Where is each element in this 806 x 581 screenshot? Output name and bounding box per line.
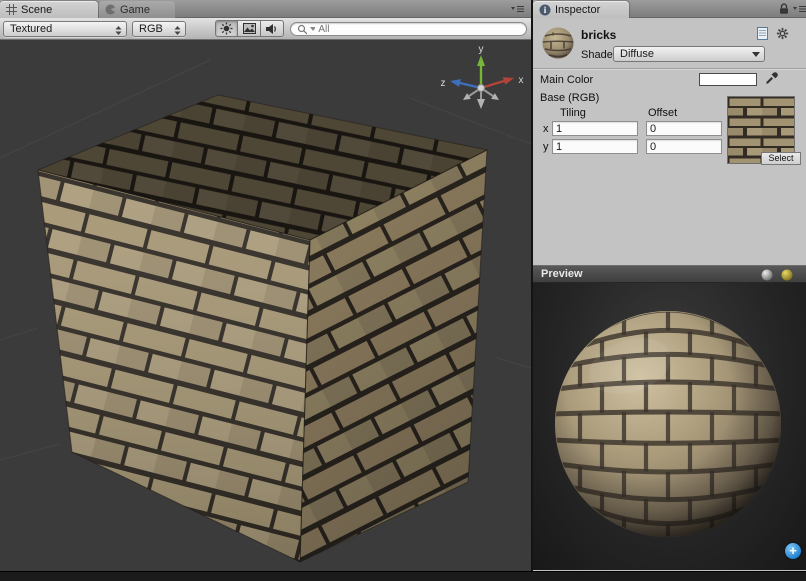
base-map-label: Base (RGB): [540, 92, 599, 104]
color-mode-dropdown[interactable]: RGB: [132, 21, 186, 37]
scene-toolbar: Textured RGB: [0, 18, 531, 40]
tab-inspector-label: Inspector: [555, 4, 600, 16]
shader-label: Shader: [581, 49, 616, 61]
tiling-row-y-axis-label: y: [543, 141, 549, 153]
game-tab-icon: [105, 4, 116, 15]
inspector-panel-menu-icon[interactable]: [792, 3, 806, 15]
updown-caret-icon: [174, 26, 181, 38]
gizmo-center-cube[interactable]: [478, 85, 485, 92]
eyedropper-icon[interactable]: [765, 71, 779, 85]
preview-add-button[interactable]: +: [785, 543, 801, 559]
lock-icon[interactable]: [779, 3, 791, 15]
gear-icon[interactable]: [776, 27, 789, 40]
material-sphere-thumbnail[interactable]: [541, 26, 575, 60]
preview-header[interactable]: Preview: [533, 265, 806, 283]
tab-game-label: Game: [120, 4, 150, 16]
main-color-label: Main Color: [540, 74, 593, 86]
skybox-toggle-button[interactable]: [238, 20, 261, 37]
select-texture-button[interactable]: Select: [761, 152, 801, 165]
scene-pane: Scene Game Textured RGB: [0, 0, 531, 571]
window-bottom-edge: [0, 571, 806, 581]
offset-header: Offset: [648, 107, 677, 119]
audio-toggle-icon: [265, 23, 279, 35]
dropdown-caret-icon: [752, 52, 760, 57]
color-mode-label: RGB: [139, 23, 163, 35]
audio-toggle-button[interactable]: [261, 20, 284, 37]
inspector-tabbar: i Inspector: [533, 0, 806, 18]
tiling-header: Tiling: [560, 107, 586, 119]
scene-grid-icon: [6, 4, 17, 15]
tiling-row-x-axis-label: x: [543, 123, 549, 135]
unity-window: Scene Game Textured RGB: [0, 0, 806, 581]
header-separator: [533, 68, 806, 70]
gizmo-y-label: y: [479, 44, 484, 55]
tab-scene-label: Scene: [21, 4, 52, 16]
tab-game[interactable]: Game: [99, 1, 175, 18]
offset-x-input[interactable]: [646, 121, 722, 136]
main-color-swatch[interactable]: [699, 73, 757, 86]
search-filter-caret-icon: [310, 27, 315, 32]
preview-lighting-toggle-icon[interactable]: [781, 269, 793, 284]
brick-cube: [38, 95, 487, 562]
tab-inspector[interactable]: i Inspector: [533, 1, 629, 18]
shader-value: Diffuse: [620, 48, 654, 60]
material-name: bricks: [581, 28, 616, 42]
preview-title: Preview: [541, 268, 583, 280]
tab-scene[interactable]: Scene: [0, 1, 98, 18]
preview-sphere-toggle-icon[interactable]: [761, 269, 773, 284]
scene-orientation-gizmo[interactable]: y x z: [436, 43, 528, 123]
gizmo-x-axis[interactable]: x: [481, 75, 524, 88]
draw-mode-dropdown[interactable]: Textured: [3, 21, 127, 37]
preview-brick-sphere: [548, 304, 788, 544]
gizmo-y-axis[interactable]: y: [477, 44, 485, 88]
shader-dropdown[interactable]: Diffuse: [613, 46, 765, 62]
lit-toggle-icon: [220, 22, 233, 35]
scene-tabbar: Scene Game: [0, 0, 531, 18]
updown-caret-icon: [115, 26, 122, 38]
offset-y-input[interactable]: [646, 139, 722, 154]
scene-panel-menu-icon[interactable]: [510, 3, 526, 15]
inspector-body: bricks Shader Diffuse Main Color Base (R…: [533, 18, 806, 265]
tiling-x-input[interactable]: [552, 121, 638, 136]
inspector-pane: i Inspector bri: [533, 0, 806, 571]
search-input[interactable]: [318, 24, 520, 35]
material-preview-viewport[interactable]: +: [533, 283, 806, 570]
skybox-toggle-icon: [243, 23, 256, 34]
inspector-tab-icon: i: [539, 4, 551, 16]
scene-search-field[interactable]: [290, 22, 527, 36]
lighting-toggle-button[interactable]: [215, 20, 238, 37]
tiling-y-input[interactable]: [552, 139, 638, 154]
draw-mode-label: Textured: [10, 23, 52, 35]
search-icon: [297, 24, 307, 35]
gizmo-z-axis[interactable]: z: [441, 78, 482, 89]
doc-icon[interactable]: [757, 27, 768, 40]
gizmo-x-label: x: [519, 75, 524, 86]
gizmo-z-label: z: [441, 78, 446, 89]
scene-viewport[interactable]: y x z: [0, 40, 531, 571]
